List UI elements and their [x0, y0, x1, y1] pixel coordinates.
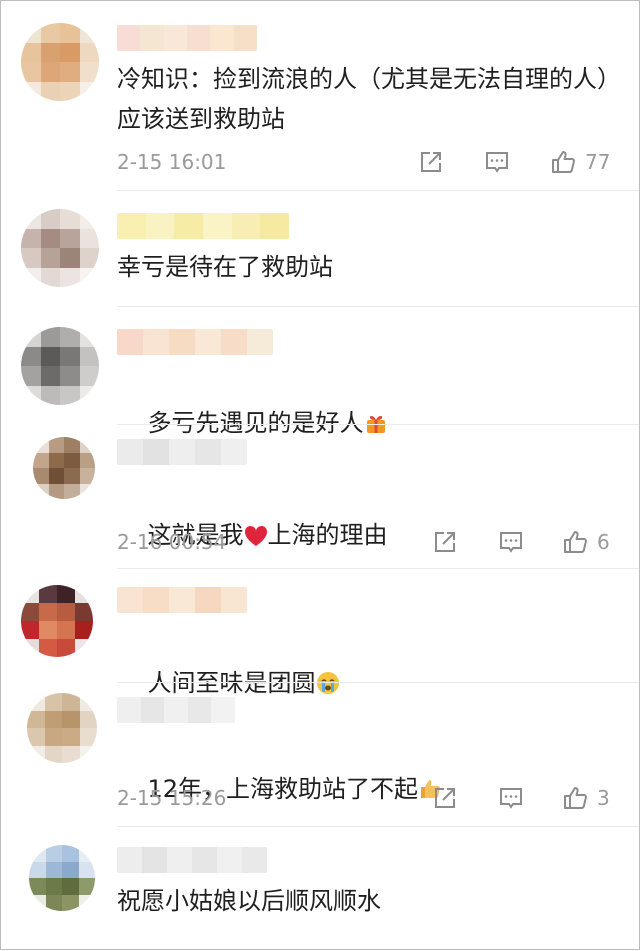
comment-icon — [500, 788, 522, 809]
share-button[interactable] — [431, 783, 459, 813]
comment-item: 这就是我 上海的理由 2-16 00:54 6 — [1, 425, 639, 569]
username-blurred[interactable] — [117, 847, 267, 873]
comment-item: 幸亏是待在了救助站 — [1, 191, 639, 307]
comment-time: 2-15 15:26 — [117, 786, 227, 810]
like-button[interactable]: 77 — [549, 147, 610, 177]
username-blurred[interactable] — [117, 587, 247, 613]
comment-text: 祝愿小姑娘以后顺风顺水 — [117, 887, 381, 915]
avatar[interactable] — [21, 23, 99, 101]
avatar[interactable] — [21, 327, 99, 405]
comment-item: 祝愿小姑娘以后顺风顺水 — [1, 827, 639, 951]
thumbs-up-icon — [564, 787, 587, 809]
username-blurred[interactable] — [117, 697, 235, 723]
avatar[interactable] — [21, 209, 99, 287]
share-button[interactable] — [417, 147, 445, 177]
comment-text: 幸亏是待在了救助站 — [117, 253, 333, 281]
like-button[interactable]: 6 — [561, 527, 610, 557]
username-blurred[interactable] — [117, 329, 273, 355]
comment-item: 多亏先遇见的是好人 — [1, 307, 639, 437]
comment-time: 2-16 00:54 — [117, 530, 227, 554]
like-count: 77 — [585, 150, 611, 174]
avatar[interactable] — [21, 585, 93, 657]
comment-item: 人间至味是团圆 — [1, 569, 639, 697]
share-icon — [421, 152, 441, 172]
thumbs-up-icon — [552, 151, 575, 173]
thumbs-up-icon — [564, 531, 587, 553]
share-icon — [435, 788, 455, 808]
comment-icon — [486, 152, 508, 173]
like-button[interactable]: 3 — [561, 783, 610, 813]
like-count: 6 — [597, 530, 610, 554]
comment-meta: 2-16 00:54 6 — [117, 527, 617, 557]
comment-time: 2-15 16:01 — [117, 150, 227, 174]
comment-item: 12年，上海救助站了不起 2-15 15:26 3 — [1, 683, 639, 827]
comment-button[interactable] — [483, 147, 511, 177]
share-button[interactable] — [431, 527, 459, 557]
comment-text: 冷知识：捡到流浪的人（尤其是无法自理的人）应该送到救助站 — [117, 65, 609, 133]
like-count: 3 — [597, 786, 610, 810]
share-icon — [435, 532, 455, 552]
avatar[interactable] — [33, 437, 95, 499]
comment-button[interactable] — [497, 527, 525, 557]
avatar[interactable] — [27, 693, 97, 763]
comment-item: 冷知识：捡到流浪的人（尤其是无法自理的人）应该送到救助站 2-15 16:01 … — [1, 1, 639, 191]
comment-icon — [500, 532, 522, 553]
username-blurred[interactable] — [117, 213, 289, 239]
comment-meta: 2-15 16:01 77 — [117, 147, 617, 177]
comment-meta: 2-15 15:26 3 — [117, 783, 617, 813]
avatar[interactable] — [29, 845, 95, 911]
comment-button[interactable] — [497, 783, 525, 813]
username-blurred[interactable] — [117, 439, 247, 465]
username-blurred[interactable] — [117, 25, 257, 51]
